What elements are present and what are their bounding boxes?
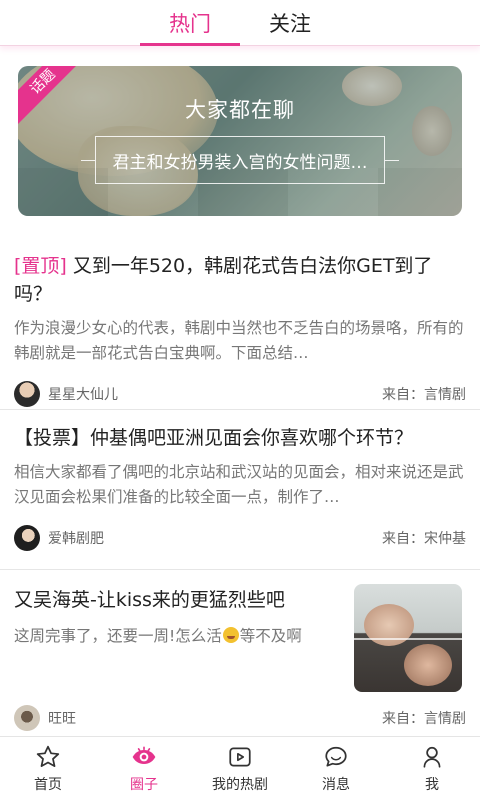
post-item[interactable]: [置顶] 又到一年520，韩剧花式告白法你GET到了吗？ 作为浪漫少女心的代表，韩… [0, 238, 480, 410]
nav-label: 我 [425, 776, 439, 793]
author-name: 爱韩剧肥 [48, 531, 104, 547]
nav-label: 首页 [34, 776, 62, 793]
avatar [14, 705, 40, 731]
post-source[interactable]: 来自：宋仲基 [382, 528, 466, 548]
nav-circle[interactable]: 圈子 [99, 744, 189, 794]
nav-label: 我的热剧 [212, 776, 268, 793]
author-name: 旺旺 [48, 711, 76, 727]
post-excerpt-text: 等不及啊 [239, 627, 302, 645]
nav-home[interactable]: 首页 [3, 744, 93, 794]
post-author[interactable]: 旺旺 [14, 705, 76, 731]
nav-messages[interactable]: 消息 [291, 744, 381, 794]
post-title: [置顶] 又到一年520，韩剧花式告白法你GET到了吗？ [14, 252, 466, 308]
post-title: 又吴海英-让kiss来的更猛烈些吧 [14, 589, 285, 611]
post-text-column: 又吴海英-让kiss来的更猛烈些吧 这周完事了，还要一周!怎么活 等不及啊 [14, 586, 339, 649]
post-excerpt: 这周完事了，还要一周!怎么活 等不及啊 [14, 624, 339, 649]
top-tab-bar: 热门 关注 [0, 0, 480, 46]
tab-following[interactable]: 关注 [240, 0, 340, 46]
post-feed: [置顶] 又到一年520，韩剧花式告白法你GET到了吗？ 作为浪漫少女心的代表，韩… [0, 238, 480, 740]
post-excerpt: 相信大家都看了偶吧的北京站和武汉站的见面会，相对来说还是武汉见面会松果们准备的比… [14, 463, 464, 506]
pinned-tag: [置顶] [14, 255, 67, 277]
thumbnail-face [404, 644, 452, 686]
post-title: 【投票】仲基偶吧亚洲见面会你喜欢哪个环节？ [14, 427, 414, 449]
star-icon [35, 744, 61, 770]
thumbnail-divider [354, 638, 462, 640]
post-item[interactable]: 又吴海英-让kiss来的更猛烈些吧 这周完事了，还要一周!怎么活 等不及啊 旺旺 … [0, 570, 480, 740]
nav-me[interactable]: 我 [387, 744, 477, 794]
post-item[interactable]: 【投票】仲基偶吧亚洲见面会你喜欢哪个环节？ 相信大家都看了偶吧的北京站和武汉站的… [0, 410, 480, 570]
avatar [14, 525, 40, 551]
grin-emoji-icon [222, 627, 239, 643]
banner-topic-text: 君主和女扮男装入宫的女性问题… [112, 152, 368, 173]
banner-topic-box[interactable]: 君主和女扮男装入宫的女性问题… [81, 136, 399, 184]
eye-icon [131, 744, 157, 770]
nav-label: 圈子 [130, 776, 158, 793]
post-excerpt: 作为浪漫少女心的代表，韩剧中当然也不乏告白的场景咯，所有的韩剧就是一部花式告白宝… [14, 319, 464, 362]
post-excerpt-text: 这周完事了，还要一周!怎么活 [14, 627, 222, 645]
post-author[interactable]: 爱韩剧肥 [14, 525, 104, 551]
play-icon [227, 744, 253, 770]
post-title-text: 又到一年520，韩剧花式告白法你GET到了吗？ [14, 255, 433, 305]
author-name: 星星大仙儿 [48, 387, 118, 403]
banner-title: 大家都在聊 [185, 98, 295, 122]
post-thumbnail[interactable] [354, 584, 462, 692]
nav-my-dramas[interactable]: 我的热剧 [195, 744, 285, 794]
topic-banner[interactable]: 话题 大家都在聊 君主和女扮男装入宫的女性问题… [18, 66, 462, 216]
post-meta: 爱韩剧肥 来自：宋仲基 [14, 510, 466, 566]
bottom-nav-bar: 首页 圈子 我的热剧 消息 我 [0, 736, 480, 800]
avatar [14, 381, 40, 407]
post-meta: 旺旺 来自：言情剧 [14, 698, 466, 738]
nav-label: 消息 [322, 776, 350, 793]
chat-bubble-icon [323, 744, 349, 770]
tab-hot[interactable]: 热门 [140, 0, 240, 46]
post-source[interactable]: 来自：言情剧 [382, 384, 466, 404]
post-source[interactable]: 来自：言情剧 [382, 708, 466, 728]
post-author[interactable]: 星星大仙儿 [14, 381, 118, 407]
person-icon [419, 744, 445, 770]
